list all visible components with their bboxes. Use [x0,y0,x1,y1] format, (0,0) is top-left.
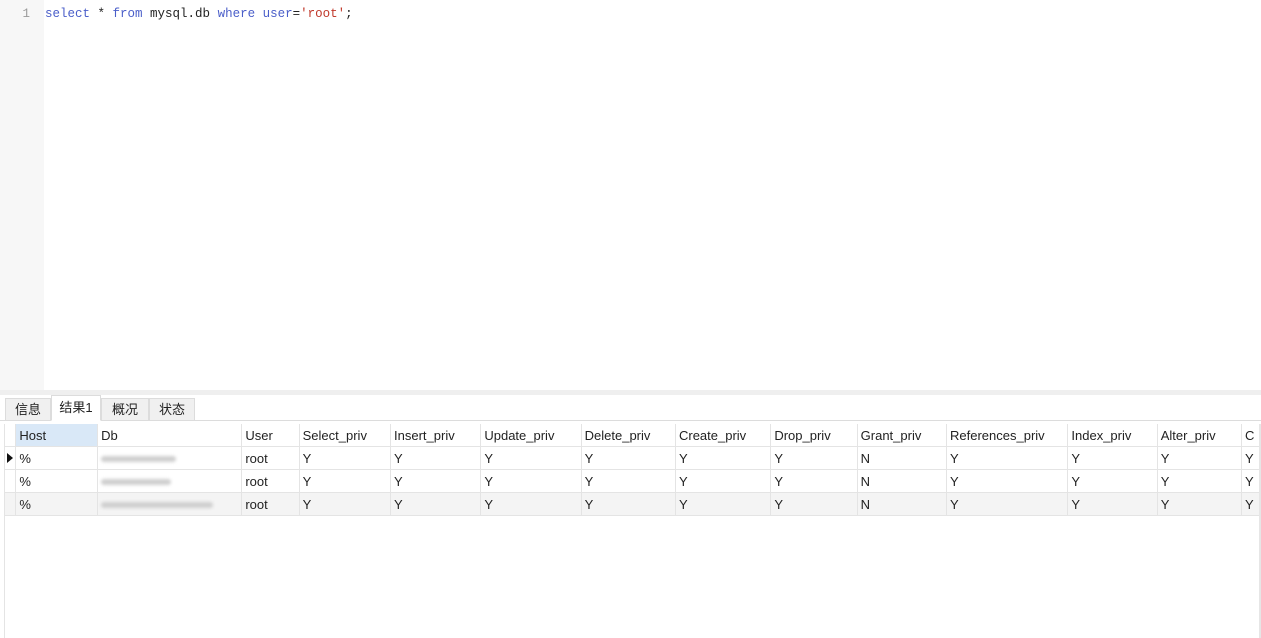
cell-user[interactable]: root [241,446,300,470]
cell-index-priv[interactable]: Y [1067,446,1158,470]
cell-user[interactable]: root [241,469,300,493]
cell-references-priv[interactable]: Y [946,469,1069,493]
cell-index-priv[interactable]: Y [1067,469,1158,493]
sql-editor[interactable]: 1 select * from mysql.db where user='roo… [0,0,1261,390]
cell-create-priv[interactable]: Y [675,446,772,470]
cell-update-priv[interactable]: Y [480,446,582,470]
cell-delete-priv[interactable]: Y [581,446,676,470]
redacted-value [101,502,214,509]
cell-host[interactable]: % [15,446,99,470]
cell-drop-priv[interactable]: Y [770,446,858,470]
cell-insert-priv[interactable]: Y [390,446,482,470]
cell-index-priv[interactable]: Y [1067,492,1158,516]
code-token-plain: * [90,7,113,21]
cell-select-priv[interactable]: Y [299,446,392,470]
tab-info[interactable]: 信息 [5,398,51,420]
code-token-keyword: select [45,7,91,21]
column-header-create-priv[interactable]: Create_priv [675,424,772,447]
column-header-index-priv[interactable]: Index_priv [1067,424,1158,447]
table-row[interactable]: % root Y Y Y Y Y Y N Y Y Y Y [5,446,1261,470]
redacted-value [101,456,177,463]
redacted-value [101,479,172,486]
table-row[interactable]: % root Y Y Y Y Y Y N Y Y Y Y [5,492,1261,516]
cell-references-priv[interactable]: Y [946,492,1069,516]
cell-create-priv[interactable]: Y [675,469,772,493]
cell-alter-priv[interactable]: Y [1157,469,1243,493]
cell-update-priv[interactable]: Y [480,469,582,493]
cell-create-priv[interactable]: Y [675,492,772,516]
code-token-string: 'root' [300,7,346,21]
column-header-drop-priv[interactable]: Drop_priv [770,424,858,447]
cell-references-priv[interactable]: Y [946,446,1069,470]
cell-db[interactable] [97,446,243,470]
cell-db[interactable] [97,469,243,493]
tab-profile[interactable]: 概况 [101,398,149,420]
code-token-plain: mysql.db [142,7,218,21]
column-header-update-priv[interactable]: Update_priv [480,424,582,447]
cell-insert-priv[interactable]: Y [390,469,482,493]
column-header-user[interactable]: User [241,424,300,447]
cell-host[interactable]: % [15,469,99,493]
cell-drop-priv[interactable]: Y [770,492,858,516]
cell-host[interactable]: % [15,492,99,516]
cell-insert-priv[interactable]: Y [390,492,482,516]
column-header-select-priv[interactable]: Select_priv [299,424,392,447]
result-grid[interactable]: Host Db User Select_priv Insert_priv Update_p… [4,424,1261,638]
row-indicator[interactable] [5,492,17,516]
header-row: Host Db User Select_priv Insert_priv Update_p… [5,424,1261,447]
cell-grant-priv[interactable]: N [857,446,948,470]
column-header-alter-priv[interactable]: Alter_priv [1157,424,1243,447]
cell-grant-priv[interactable]: N [857,492,948,516]
code-token-keyword: from [112,7,143,21]
row-indicator[interactable] [5,469,17,493]
column-header-references-priv[interactable]: References_priv [946,424,1069,447]
tab-status[interactable]: 状态 [149,398,195,420]
code-line[interactable]: 1 select * from mysql.db where user='roo… [0,6,353,22]
line-number-gutter [0,0,44,390]
line-number: 1 [22,7,30,21]
table-row[interactable]: % root Y Y Y Y Y Y N Y Y Y Y [5,469,1261,493]
code-token-keyword: where [217,7,256,21]
column-header-grant-priv[interactable]: Grant_priv [857,424,948,447]
cell-alter-priv[interactable]: Y [1157,446,1243,470]
cell-user[interactable]: root [241,492,300,516]
column-header-delete-priv[interactable]: Delete_priv [581,424,676,447]
column-header-db[interactable]: Db [97,424,243,447]
cell-grant-priv[interactable]: N [857,469,948,493]
code-text: select * from mysql.db where user='root'… [45,7,353,21]
cell-update-priv[interactable]: Y [480,492,582,516]
cell-delete-priv[interactable]: Y [581,492,676,516]
column-header-host[interactable]: Host [15,424,99,447]
cell-drop-priv[interactable]: Y [770,469,858,493]
cell-select-priv[interactable]: Y [299,492,392,516]
column-header-insert-priv[interactable]: Insert_priv [390,424,482,447]
code-token-keyword: user [262,7,293,21]
result-tabs: 信息 结果1 概况 状态 [0,395,1261,421]
code-token-plain: = [292,7,301,21]
tab-result1[interactable]: 结果1 [51,395,101,421]
cell-select-priv[interactable]: Y [299,469,392,493]
code-token-plain: ; [345,7,353,21]
current-row-arrow-icon [7,452,13,463]
row-indicator[interactable] [5,446,17,470]
cell-db[interactable] [97,492,243,516]
row-indicator-header [5,424,17,447]
cell-alter-priv[interactable]: Y [1157,492,1243,516]
result-table: Host Db User Select_priv Insert_priv Update_p… [5,424,1261,516]
cell-delete-priv[interactable]: Y [581,469,676,493]
